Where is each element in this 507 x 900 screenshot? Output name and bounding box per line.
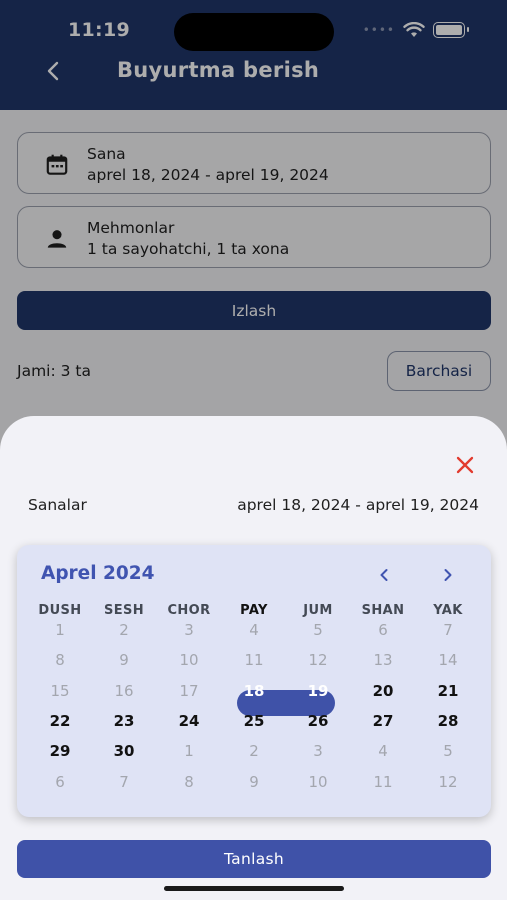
calendar-day[interactable]: 7 [94,770,154,795]
close-icon [456,456,474,474]
calendar-day: 12 [308,651,328,669]
next-month-button[interactable] [436,563,460,587]
calendar-day: 17 [179,682,199,700]
calendar-day: 1 [55,621,65,639]
calendar-day[interactable]: 11 [353,770,413,795]
calendar-day: 4 [249,621,259,639]
calendar-day[interactable]: 12 [418,770,478,795]
calendar-day[interactable]: 8 [159,770,219,795]
weekday-header: CHOR [167,603,211,618]
calendar-day[interactable]: 24 [159,709,219,734]
date-range-label: Sanalar [28,496,87,514]
calendar-day[interactable]: 29 [30,739,90,764]
calendar-day[interactable]: 20 [353,679,413,704]
calendar-day[interactable]: 10 [288,770,348,795]
calendar-day[interactable]: 28 [418,709,478,734]
calendar-day[interactable]: 21 [418,679,478,704]
calendar-day: 2 [119,621,129,639]
date-range-value: aprel 18, 2024 - aprel 19, 2024 [237,496,479,514]
weekday-header: SESH [103,603,145,618]
calendar-day[interactable]: 26 [288,709,348,734]
calendar-day[interactable]: 3 [288,739,348,764]
previous-month-button[interactable] [372,563,396,587]
calendar-month-title: Aprel 2024 [41,563,155,584]
calendar-day[interactable]: 5 [418,739,478,764]
calendar: Aprel 2024 DUSH SESH CHOR PAY JUM SHAN YAK 1 2 3 4… [17,545,491,817]
weekday-header: DUSH [38,603,82,618]
apply-button[interactable]: Tanlash [17,840,491,878]
chevron-left-icon [380,569,388,581]
weekday-header: JUM [303,603,333,618]
calendar-day: 14 [438,651,458,669]
calendar-day[interactable]: 22 [30,709,90,734]
calendar-day[interactable]: 25 [224,709,284,734]
calendar-day[interactable]: 1 [159,739,219,764]
calendar-day-selected[interactable]: 19 [288,679,348,704]
calendar-day[interactable]: 27 [353,709,413,734]
weekday-header: PAY [240,603,268,618]
calendar-day: 5 [313,621,323,639]
calendar-day: 11 [244,651,264,669]
calendar-day[interactable]: 23 [94,709,154,734]
weekday-header: SHAN [361,603,405,618]
calendar-day: 7 [443,621,453,639]
calendar-day: 13 [373,651,393,669]
home-indicator [164,886,344,891]
calendar-day: 10 [179,651,199,669]
calendar-day[interactable]: 2 [224,739,284,764]
calendar-day: 6 [378,621,388,639]
calendar-day: 3 [184,621,194,639]
calendar-day-selected[interactable]: 18 [224,679,284,704]
calendar-day[interactable]: 4 [353,739,413,764]
chevron-right-icon [444,569,452,581]
calendar-day[interactable]: 9 [224,770,284,795]
weekday-header: YAK [433,603,463,618]
calendar-day[interactable]: 6 [30,770,90,795]
calendar-day[interactable]: 30 [94,739,154,764]
calendar-day: 8 [55,651,65,669]
calendar-day: 15 [50,682,70,700]
date-picker-sheet: Sanalar aprel 18, 2024 - aprel 19, 2024 … [0,416,507,900]
calendar-day: 16 [114,682,134,700]
close-button[interactable] [451,451,479,479]
calendar-day: 9 [119,651,129,669]
